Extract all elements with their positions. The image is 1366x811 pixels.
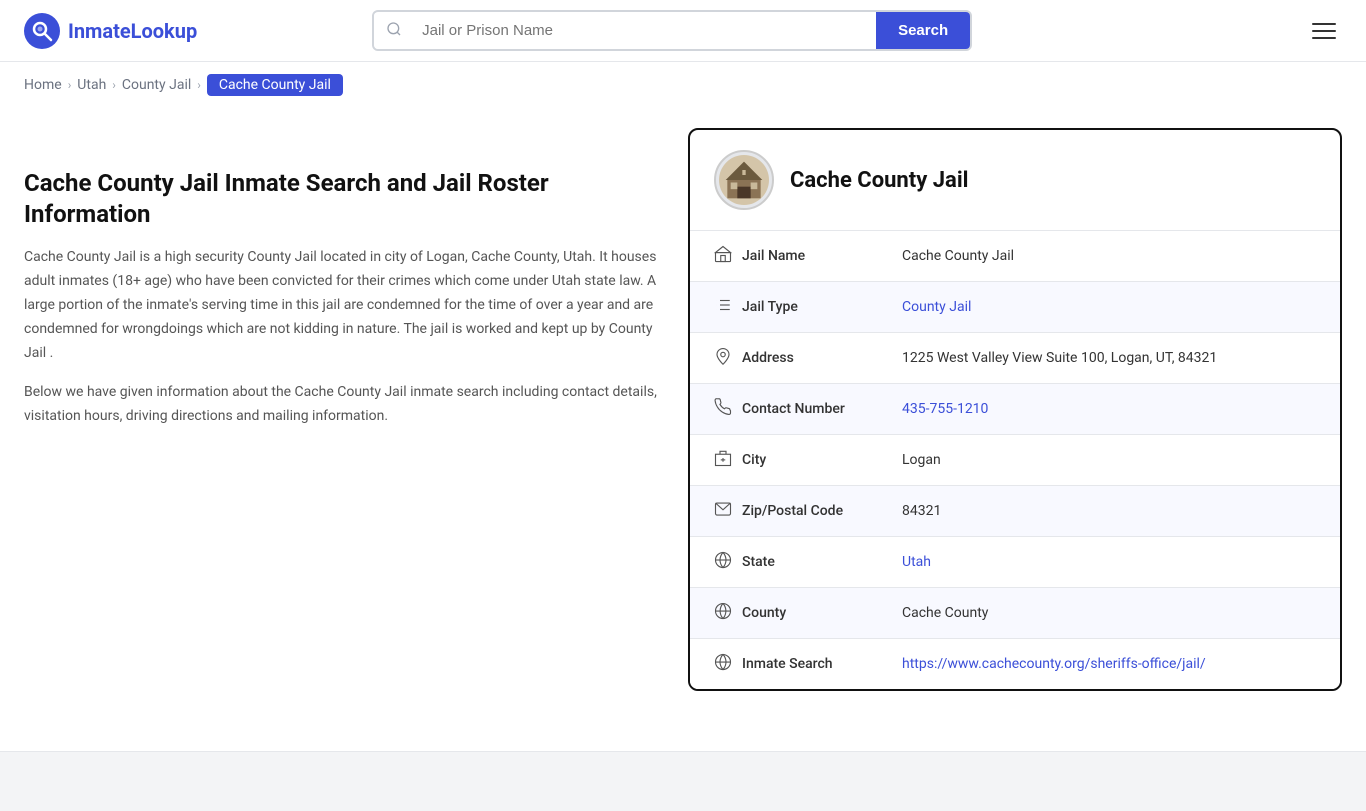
row-link[interactable]: County Jail: [902, 299, 971, 315]
search-input[interactable]: [414, 12, 876, 49]
logo-text: InmateLookup: [68, 19, 197, 43]
row-label: Inmate Search: [742, 656, 902, 672]
breadcrumb-category[interactable]: County Jail: [122, 77, 191, 93]
breadcrumb: Home › Utah › County Jail › Cache County…: [0, 62, 1366, 108]
row-link[interactable]: 435-755-1210: [902, 401, 988, 417]
row-label: Address: [742, 350, 902, 366]
menu-button[interactable]: [1306, 17, 1342, 45]
row-link[interactable]: https://www.cachecounty.org/sheriffs-off…: [902, 656, 1206, 672]
search-button[interactable]: Search: [876, 12, 970, 49]
left-column: Cache County Jail Inmate Search and Jail…: [24, 128, 664, 691]
row-value: 1225 West Valley View Suite 100, Logan, …: [902, 350, 1316, 366]
breadcrumb-chevron-1: ›: [68, 78, 72, 92]
breadcrumb-home[interactable]: Home: [24, 77, 62, 93]
info-rows: Jail NameCache County JailJail TypeCount…: [690, 231, 1340, 689]
card-header: Cache County Jail: [690, 130, 1340, 231]
header: InmateLookup Search: [0, 0, 1366, 62]
table-row: Inmate Searchhttps://www.cachecounty.org…: [690, 639, 1340, 689]
search-globe-icon: [714, 653, 742, 675]
table-row: CityLogan: [690, 435, 1340, 486]
row-label: County: [742, 605, 902, 621]
search-icon: [374, 13, 414, 49]
table-row: Jail TypeCounty Jail: [690, 282, 1340, 333]
card-title: Cache County Jail: [790, 168, 968, 193]
table-row: CountyCache County: [690, 588, 1340, 639]
county-icon: [714, 602, 742, 624]
row-label: Jail Type: [742, 299, 902, 315]
row-label: Contact Number: [742, 401, 902, 417]
row-value: Cache County Jail: [902, 248, 1316, 264]
row-label: State: [742, 554, 902, 570]
breadcrumb-chevron-2: ›: [112, 78, 116, 92]
breadcrumb-state[interactable]: Utah: [77, 77, 106, 93]
search-bar: Search: [372, 10, 972, 51]
mail-icon: [714, 500, 742, 522]
info-card: Cache County Jail Jail NameCache County …: [688, 128, 1342, 691]
row-label: City: [742, 452, 902, 468]
right-column: Cache County Jail Jail NameCache County …: [688, 128, 1342, 691]
row-value[interactable]: Utah: [902, 554, 1316, 570]
table-row: Address1225 West Valley View Suite 100, …: [690, 333, 1340, 384]
main-content: Cache County Jail Inmate Search and Jail…: [0, 108, 1366, 711]
row-value: 84321: [902, 503, 1316, 519]
logo-icon: [24, 13, 60, 49]
row-value[interactable]: https://www.cachecounty.org/sheriffs-off…: [902, 656, 1316, 672]
row-label: Jail Name: [742, 248, 902, 264]
row-label: Zip/Postal Code: [742, 503, 902, 519]
table-row: Zip/Postal Code84321: [690, 486, 1340, 537]
row-value[interactable]: County Jail: [902, 299, 1316, 315]
description-1: Cache County Jail is a high security Cou…: [24, 246, 664, 365]
description-2: Below we have given information about th…: [24, 381, 664, 429]
table-row: StateUtah: [690, 537, 1340, 588]
row-value[interactable]: 435-755-1210: [902, 401, 1316, 417]
page-title: Cache County Jail Inmate Search and Jail…: [24, 168, 664, 230]
list-icon: [714, 296, 742, 318]
globe-icon: [714, 551, 742, 573]
row-value: Logan: [902, 452, 1316, 468]
breadcrumb-chevron-3: ›: [197, 78, 201, 92]
logo-link[interactable]: InmateLookup: [24, 13, 197, 49]
table-row: Jail NameCache County Jail: [690, 231, 1340, 282]
jail-icon: [714, 245, 742, 267]
row-link[interactable]: Utah: [902, 554, 931, 570]
location-icon: [714, 347, 742, 369]
table-row: Contact Number435-755-1210: [690, 384, 1340, 435]
phone-icon: [714, 398, 742, 420]
footer-bar: [0, 751, 1366, 811]
city-icon: [714, 449, 742, 471]
row-value: Cache County: [902, 605, 1316, 621]
jail-avatar: [714, 150, 774, 210]
breadcrumb-current: Cache County Jail: [207, 74, 343, 96]
